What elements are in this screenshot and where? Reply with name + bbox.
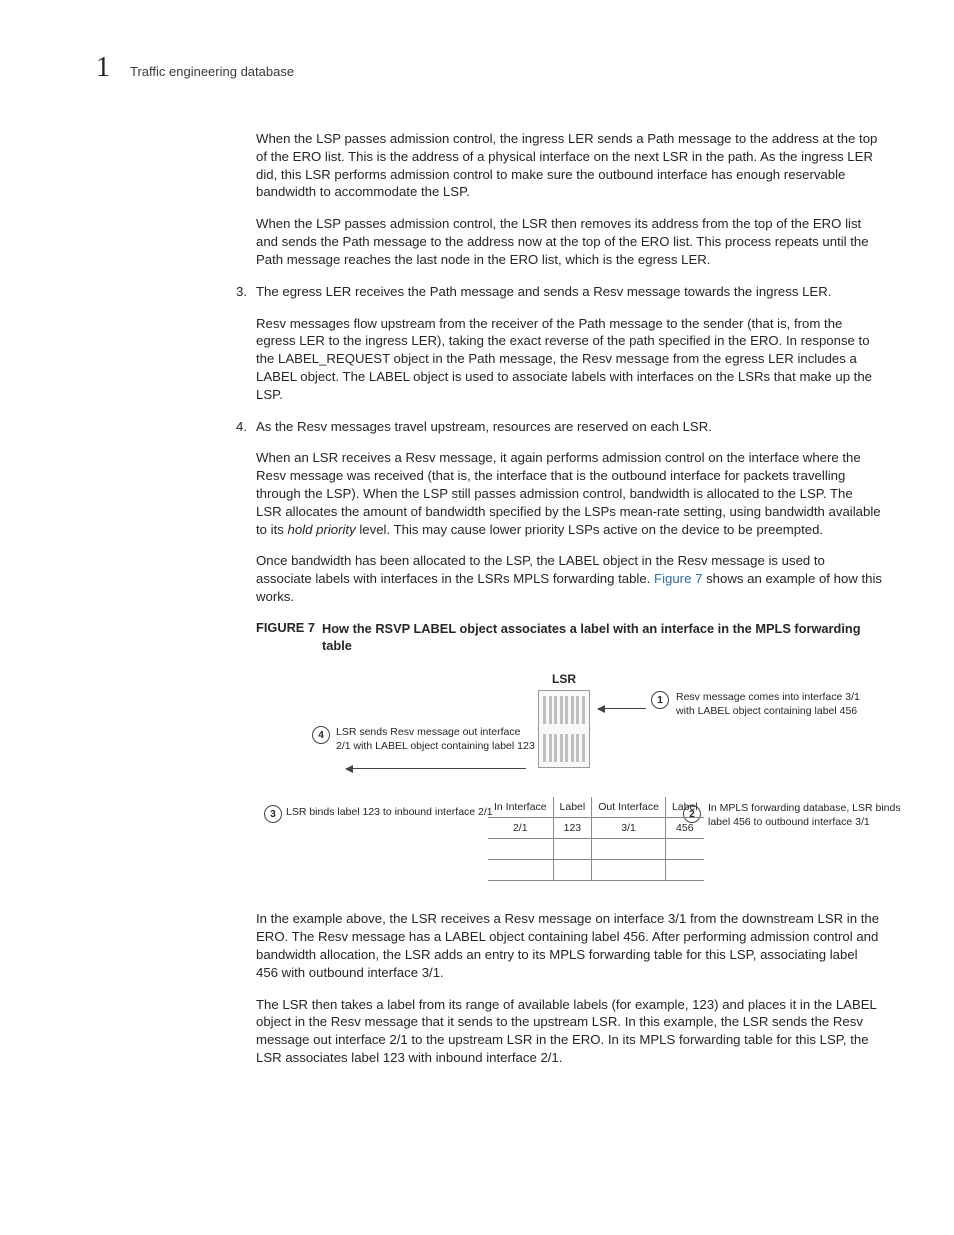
paragraph: Resv messages flow upstream from the rec… (256, 315, 882, 404)
step-caption: Resv message comes into interface 3/1 wi… (676, 691, 876, 717)
text-run: level. This may cause lower priority LSP… (356, 522, 823, 537)
page: 1 Traffic engineering database When the … (0, 0, 954, 1235)
ordered-list-item: 3. The egress LER receives the Path mess… (236, 283, 882, 301)
paragraph: When an LSR receives a Resv message, it … (256, 449, 882, 538)
router-slots-bottom (543, 734, 585, 762)
figure-diagram: LSR 1 2 3 4 Resv message comes into inte… (256, 672, 882, 892)
arrow-left-icon (346, 768, 526, 769)
page-header: 1 Traffic engineering database (96, 52, 882, 84)
figure-caption-text: How the RSVP LABEL object associates a l… (322, 620, 882, 655)
emphasis: hold priority (288, 522, 356, 537)
table-cell: 2/1 (488, 818, 553, 839)
table-cell: 3/1 (592, 818, 666, 839)
chapter-number: 1 (96, 52, 110, 84)
list-text: As the Resv messages travel upstream, re… (256, 418, 882, 436)
table-cell: 456 (665, 818, 703, 839)
chapter-title: Traffic engineering database (130, 64, 294, 79)
forwarding-table: In Interface Label Out Interface Label 2… (488, 797, 704, 881)
table-cell: 123 (553, 818, 592, 839)
figure-label: FIGURE 7 (256, 620, 322, 655)
ordered-list-item: 4. As the Resv messages travel upstream,… (236, 418, 882, 436)
table-row (488, 860, 704, 881)
table-header-cell: Label (665, 797, 703, 818)
table-header-cell: Label (553, 797, 592, 818)
paragraph: The LSR then takes a label from its rang… (256, 996, 882, 1067)
step-marker: 1 (651, 691, 669, 709)
table-header-cell: Out Interface (592, 797, 666, 818)
step-marker: 4 (312, 726, 330, 744)
list-number: 3. (236, 283, 256, 301)
diagram-node-title: LSR (538, 672, 590, 686)
list-number: 4. (236, 418, 256, 436)
paragraph: When the LSP passes admission control, t… (256, 130, 882, 201)
table-header-row: In Interface Label Out Interface Label (488, 797, 704, 818)
table-header-cell: In Interface (488, 797, 553, 818)
paragraph: In the example above, the LSR receives a… (256, 910, 882, 981)
step-caption: LSR binds label 123 to inbound interface… (286, 806, 496, 819)
body-column: When the LSP passes admission control, t… (256, 130, 882, 1067)
step-caption: In MPLS forwarding database, LSR binds l… (708, 802, 908, 828)
paragraph: When the LSP passes admission control, t… (256, 215, 882, 268)
table-row (488, 839, 704, 860)
figure-caption: FIGURE 7 How the RSVP LABEL object assoc… (256, 620, 882, 655)
figure-reference-link[interactable]: Figure 7 (654, 571, 702, 586)
arrow-left-icon (598, 708, 646, 709)
router-icon (538, 690, 590, 768)
paragraph: Once bandwidth has been allocated to the… (256, 552, 882, 605)
list-text: The egress LER receives the Path message… (256, 283, 882, 301)
table-row: 2/1 123 3/1 456 (488, 818, 704, 839)
router-slots-top (543, 696, 585, 724)
step-marker: 3 (264, 805, 282, 823)
step-caption: LSR sends Resv message out interface 2/1… (336, 726, 536, 752)
